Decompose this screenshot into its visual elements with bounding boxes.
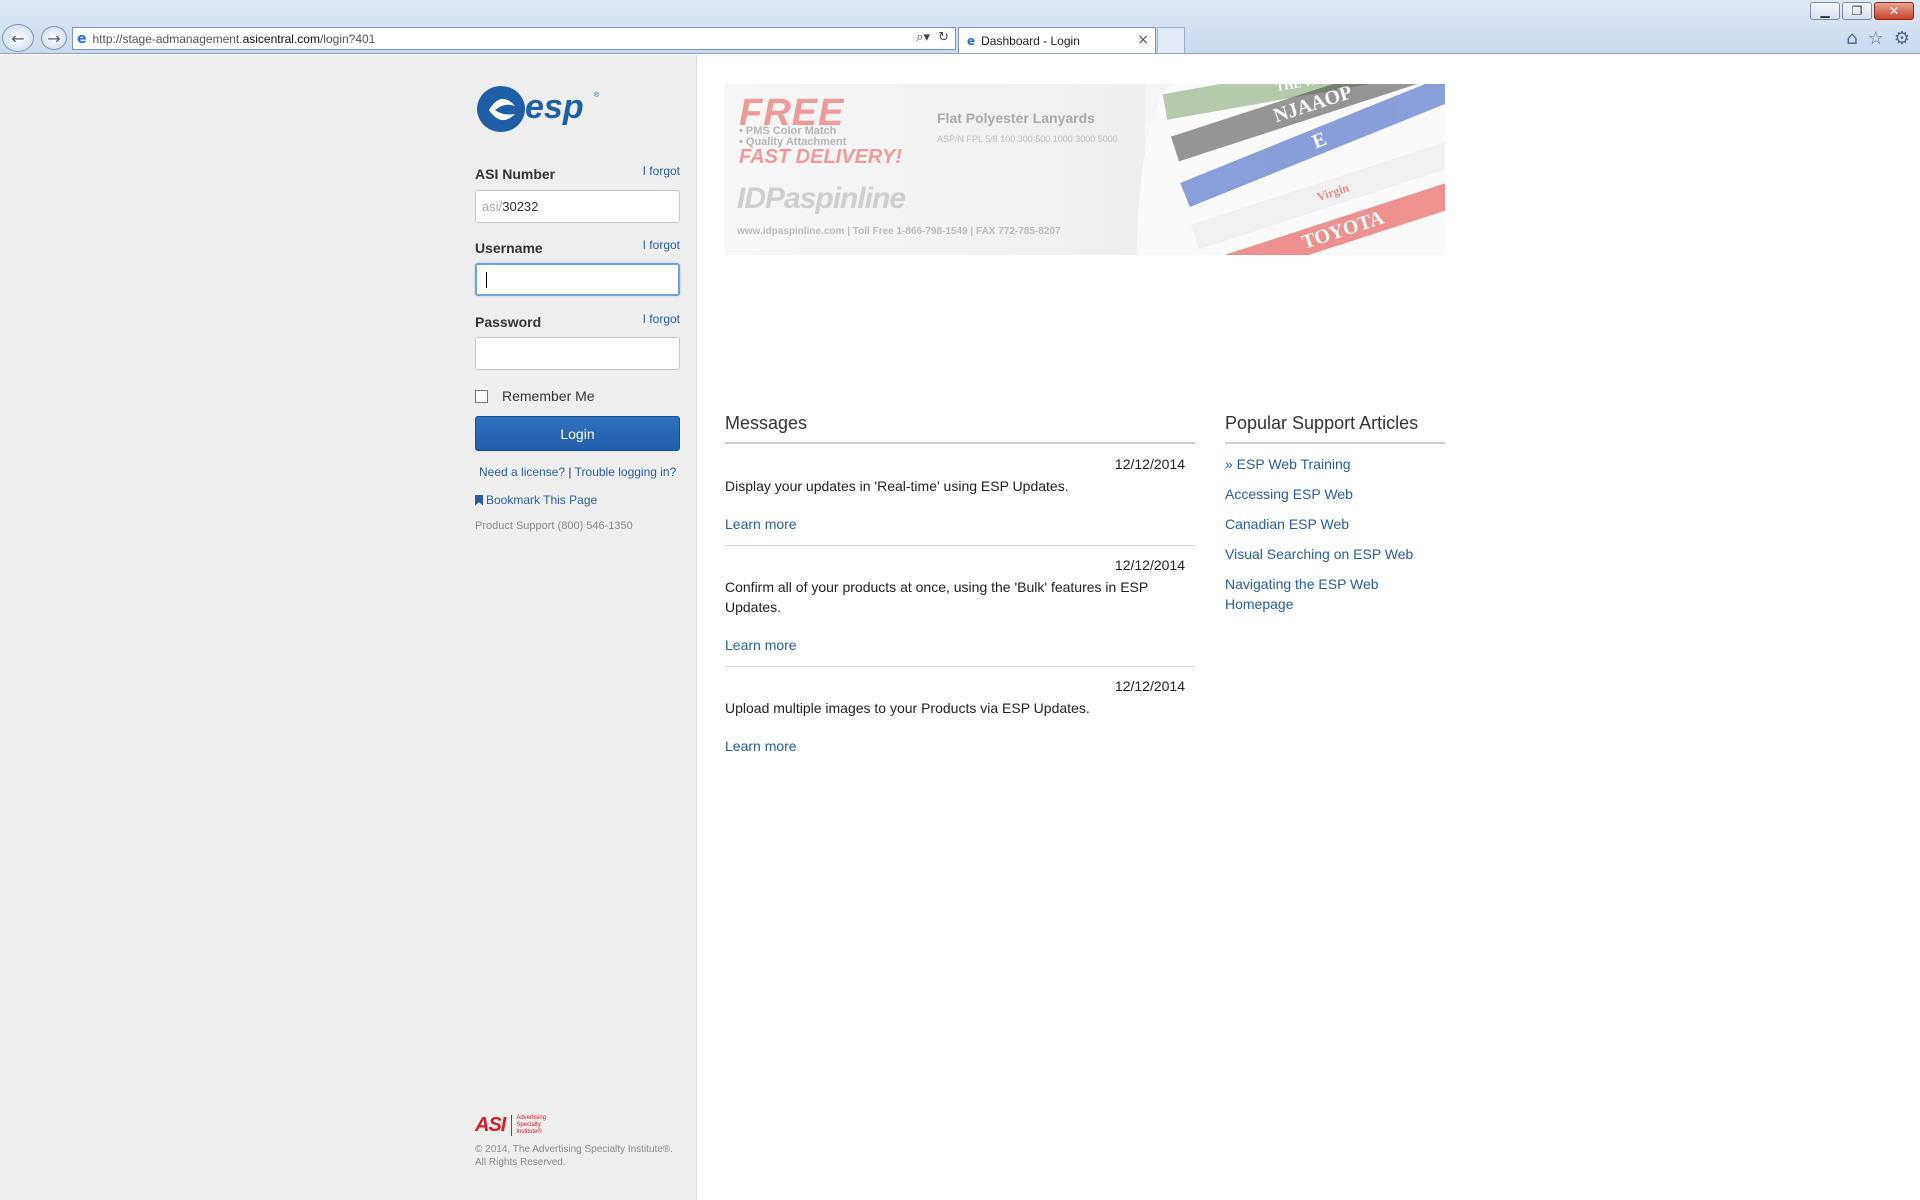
tab-dashboard-login[interactable]: e Dashboard - Login × — [958, 27, 1156, 53]
back-arrow-icon: ← — [11, 28, 25, 48]
svg-text:esp: esp — [525, 88, 584, 126]
banner-ad[interactable]: FREE • PMS Color Match • Quality Attachm… — [725, 84, 1445, 255]
banner-contact: www.idpaspinline.com | Toll Free 1-866-7… — [737, 226, 1061, 237]
home-icon[interactable]: ⌂ — [1846, 28, 1857, 49]
login-button[interactable]: Login — [475, 416, 680, 451]
sidebar-footer: ASI Advertising Specialty Institute® © 2… — [475, 1114, 680, 1169]
url-domain: asicentral.com — [242, 31, 320, 46]
search-icon[interactable]: ⌕▾ — [916, 30, 930, 45]
article-link-esp-web-training[interactable]: » ESP Web Training — [1225, 454, 1445, 474]
gear-icon[interactable]: ⚙ — [1894, 28, 1910, 49]
banner-text-area: FREE • PMS Color Match • Quality Attachm… — [725, 84, 1145, 255]
message-date: 12/12/2014 — [1114, 456, 1185, 472]
need-license-link[interactable]: Need a license? — [479, 465, 565, 479]
asi-number-label: ASI Number — [475, 166, 556, 182]
link-separator: | — [568, 465, 572, 479]
username-label: Username — [475, 240, 543, 256]
product-support: Product Support (800) 546-1350 — [475, 520, 633, 532]
banner-prices: ASP/N FPL 5/8 100 300 500 1000 3000 5000 — [937, 134, 1118, 144]
forward-button[interactable]: → — [41, 26, 67, 50]
banner-product: Flat Polyester Lanyards — [937, 110, 1095, 126]
asi-subtitle: Advertising Specialty Institute® — [511, 1115, 559, 1136]
bookmark-link[interactable]: Bookmark This Page — [475, 493, 597, 507]
browser-chrome: ▁ ❐ ✕ ← → e http://stage-admanagement. as… — [0, 0, 1920, 54]
forgot-password-link[interactable]: I forgot — [643, 312, 680, 326]
message-date: 12/12/2014 — [1114, 557, 1185, 573]
close-tab-icon[interactable]: × — [1137, 32, 1149, 48]
password-input[interactable] — [475, 337, 680, 370]
asi-number-value: 30232 — [502, 199, 539, 214]
svg-text:®: ® — [594, 91, 600, 99]
message-item: 12/12/2014 Confirm all of your products … — [725, 557, 1195, 657]
forgot-asi-link[interactable]: I forgot — [643, 164, 680, 178]
username-input[interactable] — [475, 263, 680, 296]
login-sidebar: esp ® ASI Number I forgot asi/30232 User… — [0, 55, 697, 1200]
article-link-navigating-homepage[interactable]: Navigating the ESP Web Homepage — [1225, 574, 1415, 614]
bookmark-icon — [475, 494, 483, 506]
learn-more-link[interactable]: Learn more — [725, 738, 797, 754]
text-caret — [486, 271, 487, 288]
help-links: Need a license? | Trouble logging in? — [479, 465, 676, 479]
new-tab-button[interactable] — [1157, 27, 1185, 53]
learn-more-link[interactable]: Learn more — [725, 637, 797, 653]
asi-number-input[interactable]: asi/30232 — [475, 190, 680, 223]
minimize-button[interactable]: ▁ — [1810, 2, 1840, 20]
tab-title: Dashboard - Login — [981, 33, 1080, 48]
asi-logo: ASI Advertising Specialty Institute® — [475, 1114, 680, 1137]
remember-me[interactable]: Remember Me — [475, 388, 595, 404]
trouble-logging-link[interactable]: Trouble logging in? — [575, 465, 677, 479]
ie-page-icon: e — [77, 30, 87, 47]
asi-prefix: asi/ — [482, 199, 503, 214]
close-window-button[interactable]: ✕ — [1874, 2, 1914, 20]
star-icon[interactable]: ☆ — [1868, 28, 1884, 49]
remember-me-label: Remember Me — [502, 388, 595, 404]
remember-me-checkbox[interactable] — [475, 389, 488, 403]
browser-tools: ⌂ ☆ ⚙ — [1846, 28, 1910, 49]
article-link-accessing-esp-web[interactable]: Accessing ESP Web — [1225, 484, 1445, 504]
learn-more-link[interactable]: Learn more — [725, 516, 797, 532]
asi-mark: ASI — [475, 1114, 506, 1136]
restore-button[interactable]: ❐ — [1842, 2, 1872, 20]
url-prefix: http://stage-admanagement. — [92, 31, 243, 46]
message-divider — [725, 666, 1195, 667]
refresh-icon[interactable]: ↻ — [938, 30, 949, 45]
back-button[interactable]: ← — [2, 24, 34, 52]
article-link-visual-searching[interactable]: Visual Searching on ESP Web — [1225, 544, 1445, 564]
esp-logo: esp ® — [477, 86, 600, 132]
message-text: Confirm all of your products at once, us… — [725, 579, 1148, 615]
message-text: Upload multiple images to your Products … — [725, 700, 1090, 716]
password-label: Password — [475, 314, 542, 330]
message-item: 12/12/2014 Display your updates in 'Real… — [725, 456, 1195, 536]
message-divider — [725, 545, 1195, 546]
banner-bullets: • PMS Color Match • Quality Attachment — [739, 126, 846, 148]
forward-arrow-icon: → — [47, 28, 61, 48]
url-suffix: /login?401 — [319, 31, 376, 46]
banner-brand: IDPaspinline — [737, 182, 906, 215]
ie-tab-icon: e — [967, 33, 976, 48]
address-bar[interactable]: e http://stage-admanagement. asicentral.c… — [72, 27, 956, 50]
article-link-canadian-esp-web[interactable]: Canadian ESP Web — [1225, 514, 1445, 534]
bookmark-label: Bookmark This Page — [486, 493, 598, 507]
message-item: 12/12/2014 Upload multiple images to you… — [725, 678, 1195, 758]
articles-title: Popular Support Articles — [1225, 413, 1445, 444]
message-date: 12/12/2014 — [1114, 678, 1185, 694]
message-text: Display your updates in 'Real-time' usin… — [725, 478, 1069, 494]
banner-fast-delivery: FAST DELIVERY! — [739, 146, 902, 168]
messages-title: Messages — [725, 413, 1195, 444]
window-controls: ▁ ❐ ✕ — [1810, 2, 1914, 20]
copyright: © 2014, The Advertising Specialty Instit… — [475, 1144, 673, 1168]
forgot-username-link[interactable]: I forgot — [643, 238, 680, 252]
